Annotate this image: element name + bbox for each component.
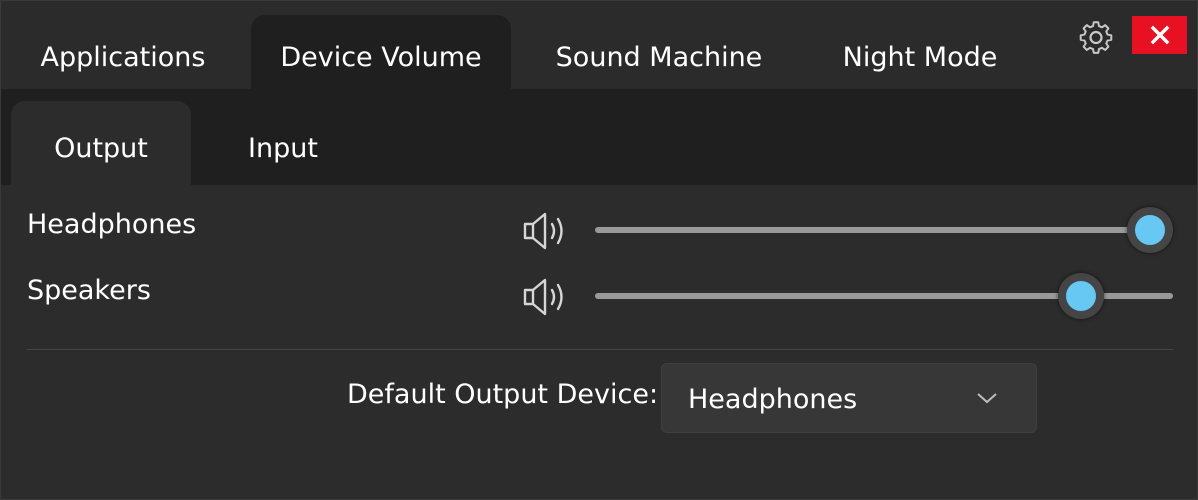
- divider: [27, 349, 1173, 350]
- device-row: Headphones: [1, 205, 1197, 255]
- slider-thumb[interactable]: [1057, 273, 1104, 319]
- tab-night-mode[interactable]: Night Mode: [807, 15, 1033, 89]
- device-volume-window: Applications Device Volume Sound Machine…: [0, 0, 1198, 500]
- default-output-value: Headphones: [688, 384, 858, 415]
- output-devices: Headphones Speakers Default Output Devic…: [1, 185, 1197, 499]
- speakers-volume-slider[interactable]: [595, 271, 1173, 321]
- default-output-label: Default Output Device:: [347, 379, 659, 410]
- chevron-down-icon: [977, 393, 997, 404]
- headphones-volume-slider[interactable]: [595, 205, 1173, 255]
- device-name: Headphones: [27, 209, 197, 240]
- speaker-icon[interactable]: [521, 209, 571, 253]
- tab-output[interactable]: Output: [11, 101, 191, 185]
- tab-input[interactable]: Input: [197, 101, 369, 185]
- device-volume-panel: Output Input Headphones Speakers Default…: [1, 89, 1197, 499]
- close-button[interactable]: [1132, 16, 1187, 54]
- gear-icon[interactable]: [1078, 20, 1114, 56]
- main-tab-bar: Applications Device Volume Sound Machine…: [1, 15, 1198, 89]
- slider-track: [595, 227, 1173, 233]
- slider-thumb[interactable]: [1126, 207, 1173, 253]
- close-icon: [1150, 25, 1169, 45]
- default-output-select[interactable]: Headphones: [661, 363, 1037, 433]
- tab-device-volume[interactable]: Device Volume: [251, 15, 511, 89]
- tab-applications[interactable]: Applications: [13, 15, 233, 89]
- device-name: Speakers: [27, 275, 151, 306]
- tab-sound-machine[interactable]: Sound Machine: [531, 15, 787, 89]
- device-row: Speakers: [1, 271, 1197, 321]
- speaker-icon[interactable]: [521, 275, 571, 319]
